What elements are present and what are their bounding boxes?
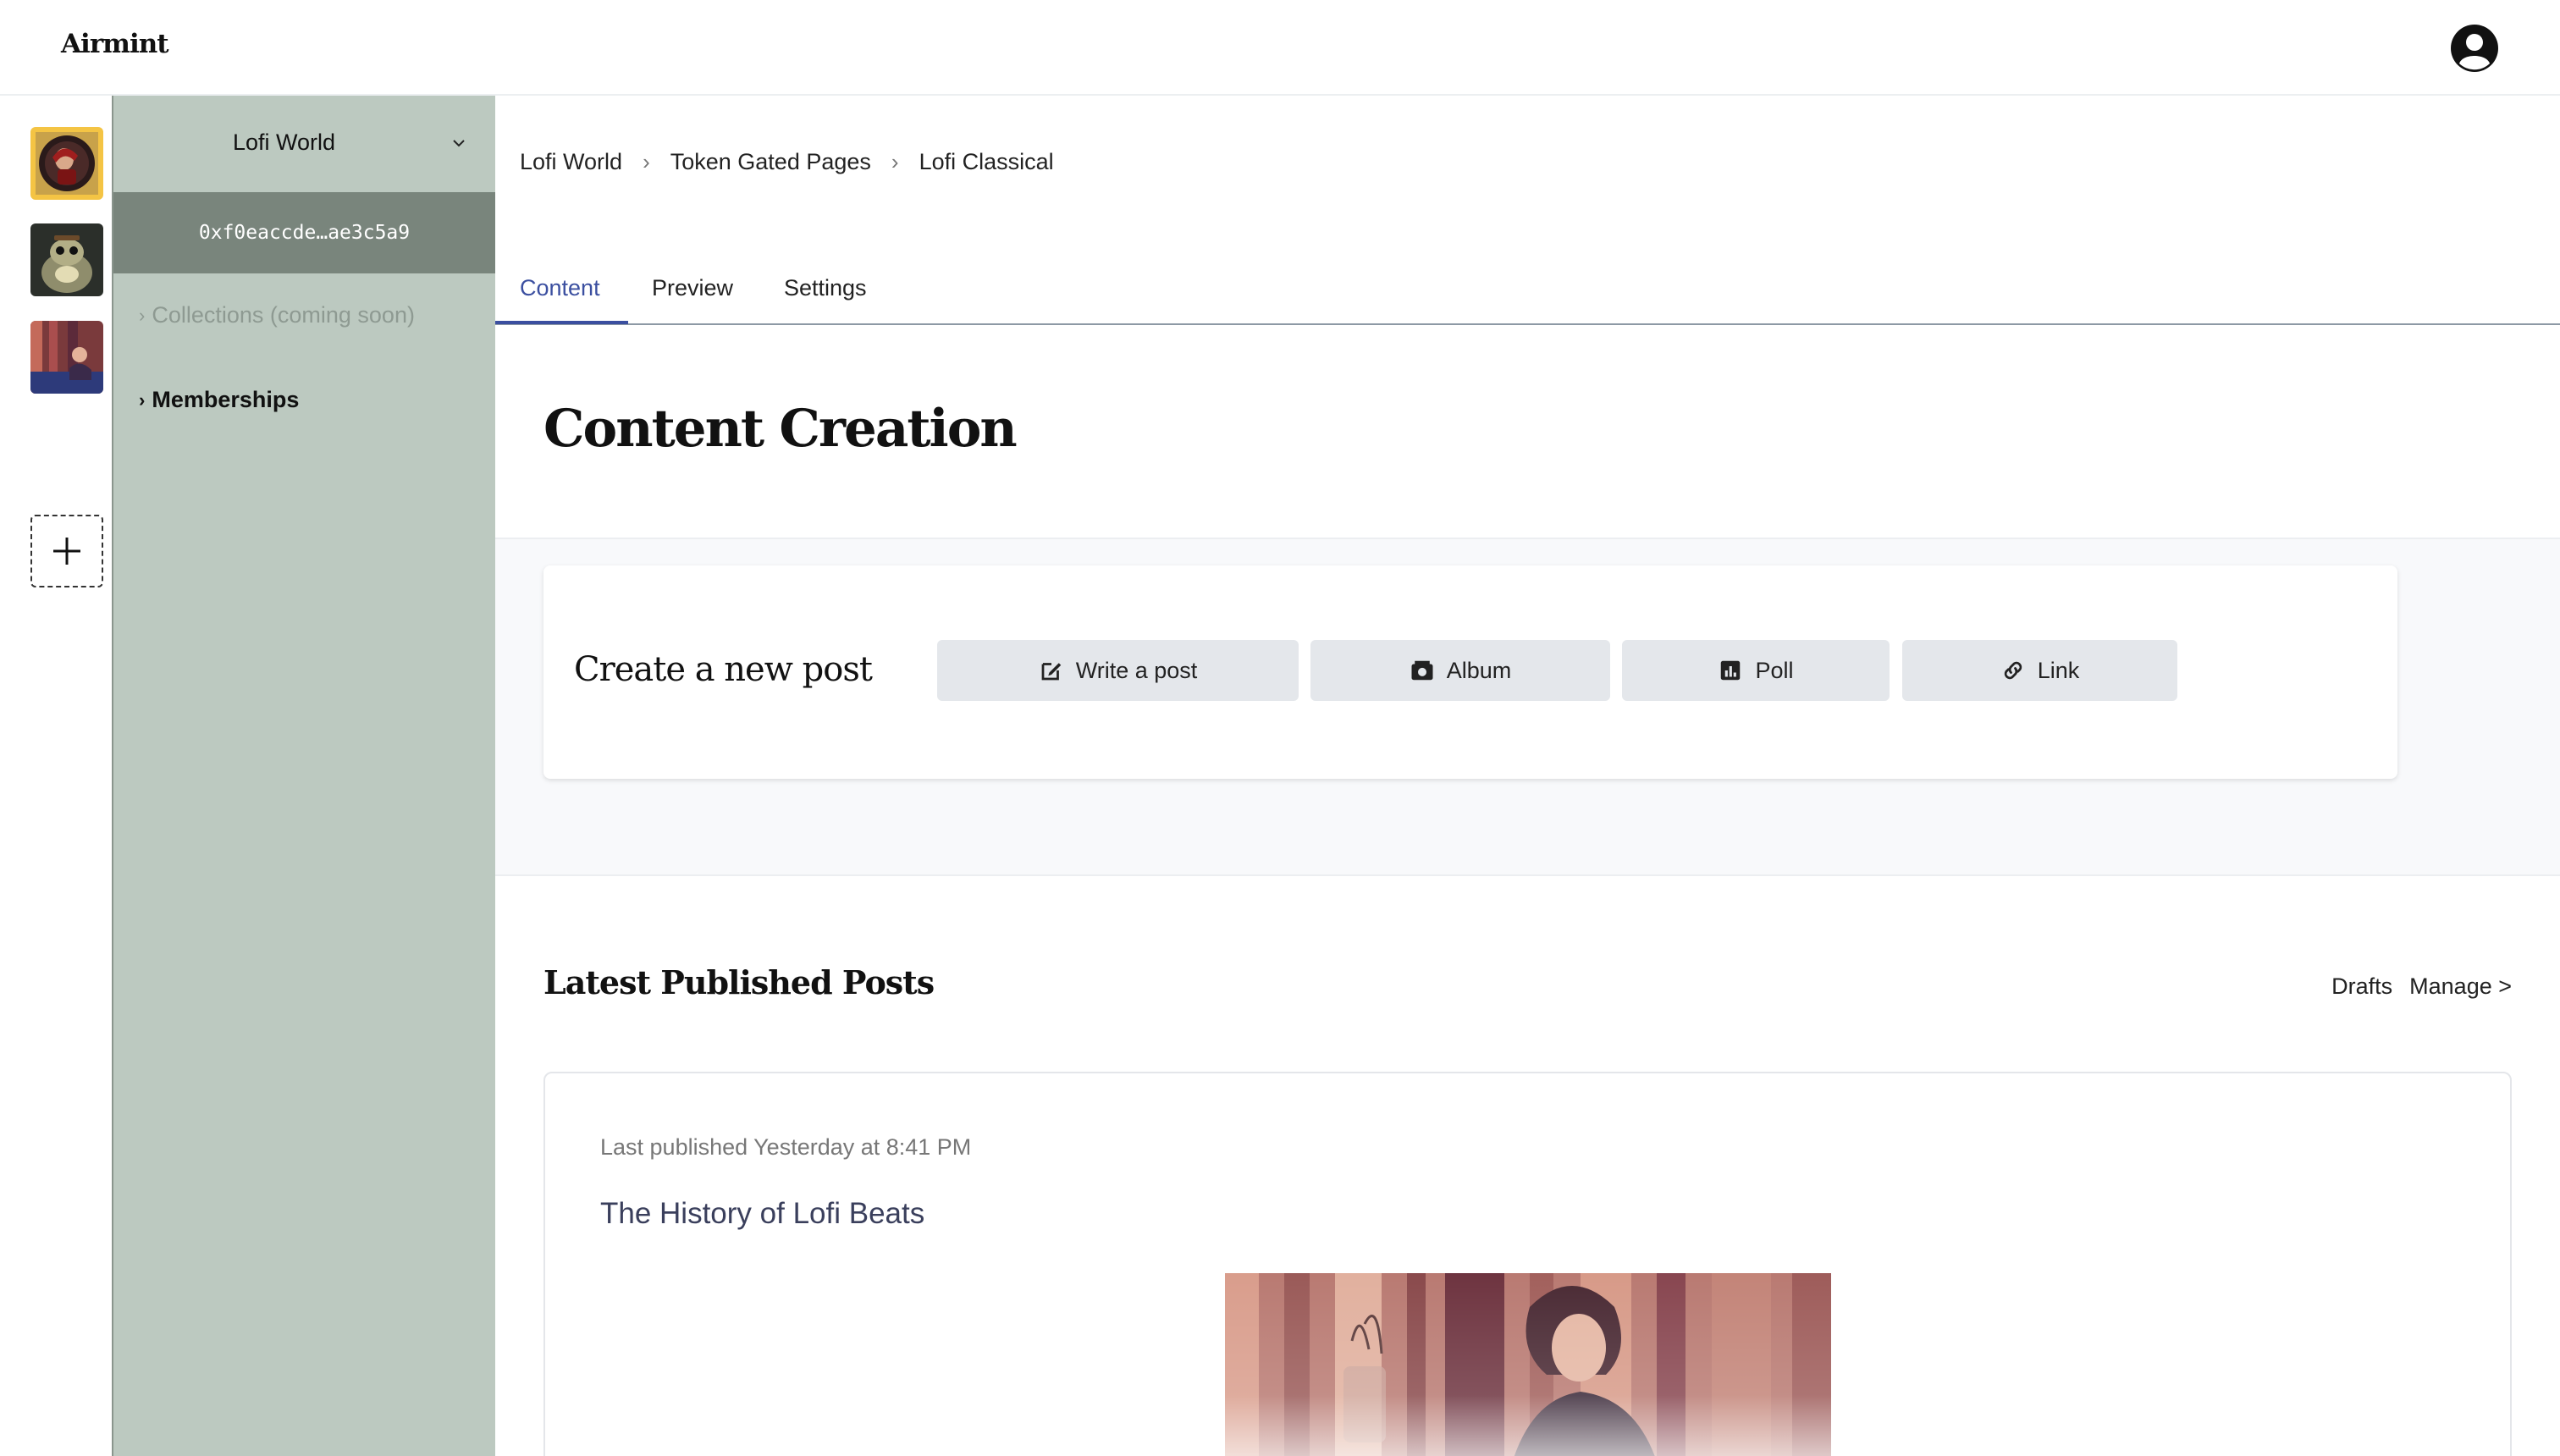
account-icon[interactable] [2449,23,2500,74]
camera-icon [1411,660,1433,681]
breadcrumb-item: Lofi Classical [919,149,1054,174]
link-label: Link [2037,657,2080,683]
chevron-right-icon: › [643,149,650,174]
top-bar: Airmint [0,0,2560,96]
wallet-address[interactable]: 0xf0eaccde…ae3c5a9 [113,192,495,273]
write-post-label: Write a post [1075,657,1198,683]
post-card[interactable]: Last published Yesterday at 8:41 PM The … [543,1072,2512,1456]
album-button[interactable]: Album [1310,640,1610,701]
chevron-right-icon: › [139,304,146,326]
create-post-card: Create a new post Write a post Album Pol… [543,565,2397,779]
plus-icon [53,538,80,565]
post-cover-image [1225,1273,1831,1456]
link-button[interactable]: Link [1902,640,2177,701]
tab-settings[interactable]: Settings [784,275,867,301]
app-logo[interactable]: Airmint [61,29,169,59]
link-icon [2004,661,2022,680]
create-post-title: Create a new post [574,650,873,689]
org-selector-label: Lofi World [232,130,336,155]
sidebar-item-memberships[interactable]: › Memberships [139,387,299,413]
breadcrumb-item[interactable]: Lofi World [520,149,622,175]
post-published-meta: Last published Yesterday at 8:41 PM [600,1134,972,1160]
sidebar-item-label: Collections (coming soon) [152,302,415,328]
active-tab-indicator [495,321,628,324]
poll-label: Poll [1755,657,1794,683]
main-content: Lofi World › Token Gated Pages › Lofi Cl… [495,96,2560,1456]
write-post-button[interactable]: Write a post [937,640,1299,701]
sidebar-item-label: Memberships [152,387,300,412]
chevron-down-icon [453,140,465,147]
org-avatar-lofi-world[interactable] [30,127,103,200]
bar-chart-icon [1721,660,1741,681]
latest-posts-title: Latest Published Posts [543,963,935,1001]
poll-button[interactable]: Poll [1622,640,1890,701]
add-org-button[interactable] [30,515,103,587]
tab-preview[interactable]: Preview [652,275,733,301]
tab-content[interactable]: Content [520,275,600,301]
org-avatar-creature[interactable] [30,223,103,296]
chevron-right-icon: › [139,389,146,411]
breadcrumb: Lofi World › Token Gated Pages › Lofi Cl… [520,149,1054,175]
drafts-link[interactable]: Drafts [2331,973,2392,1000]
posts-links: Drafts Manage > [2331,973,2512,1000]
org-selector[interactable]: Lofi World [113,96,495,192]
chevron-right-icon: › [891,149,899,174]
sidebar-item-collections: › Collections (coming soon) [139,302,415,328]
manage-link[interactable]: Manage > [2409,973,2512,1000]
album-label: Album [1446,657,1512,683]
page-title: Content Creation [543,399,1018,459]
edit-icon [1041,663,1061,681]
org-avatar-lofi-room[interactable] [30,321,103,394]
breadcrumb-item[interactable]: Token Gated Pages [670,149,871,175]
post-title[interactable]: The History of Lofi Beats [600,1197,924,1231]
org-rail [0,96,113,1456]
sidebar: Lofi World 0xf0eaccde…ae3c5a9 › Collecti… [113,96,495,1456]
